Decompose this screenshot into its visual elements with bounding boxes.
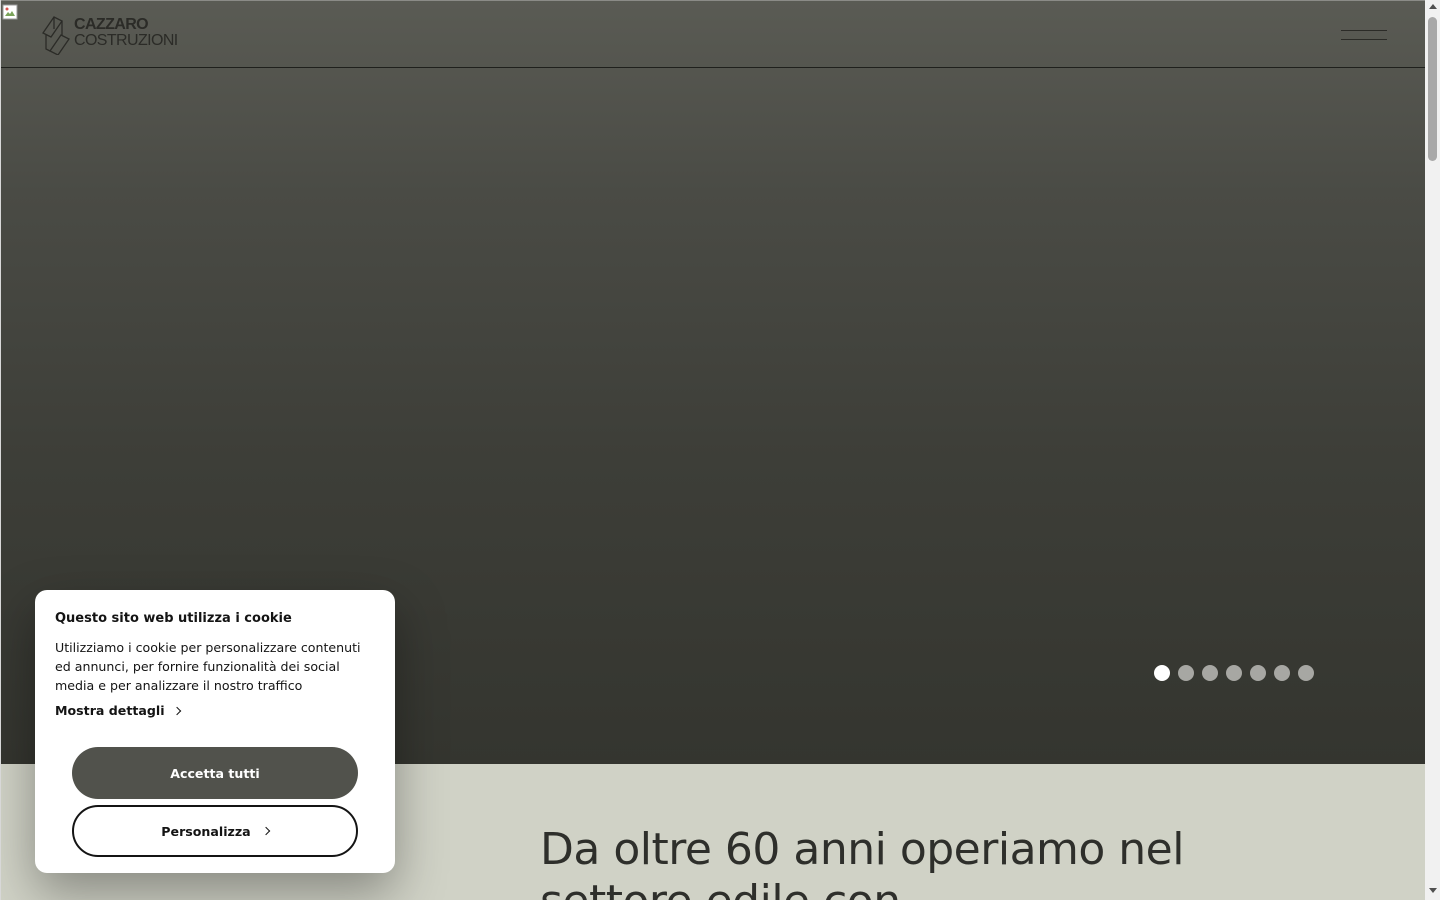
cookie-title: Questo sito web utilizza i cookie xyxy=(55,611,292,626)
site-logo[interactable]: CAZZARO COSTRUZIONI xyxy=(40,13,200,55)
slider-dot-6[interactable] xyxy=(1274,665,1290,681)
cookie-body: Utilizziamo i cookie per personalizzare … xyxy=(55,640,361,693)
scroll-down-icon[interactable] xyxy=(1429,888,1437,893)
logo-mark-icon xyxy=(42,16,70,55)
site-header: CAZZARO COSTRUZIONI xyxy=(1,1,1425,68)
cookie-banner: Questo sito web utilizza i cookie Utiliz… xyxy=(35,590,395,873)
slider-dot-4[interactable] xyxy=(1226,665,1242,681)
show-details-link[interactable]: Mostra dettagli xyxy=(55,703,181,718)
slider-dot-7[interactable] xyxy=(1298,665,1314,681)
logo-wordmark: CAZZARO COSTRUZIONI xyxy=(74,17,178,49)
hamburger-menu-icon[interactable] xyxy=(1341,27,1387,43)
accept-all-label: Accetta tutti xyxy=(170,765,260,781)
accept-all-button[interactable]: Accetta tutti xyxy=(72,747,358,799)
menu-line-bottom xyxy=(1341,39,1387,40)
slider-dot-1[interactable] xyxy=(1154,665,1170,681)
scrollbar-thumb[interactable] xyxy=(1428,17,1437,161)
slider-dot-5[interactable] xyxy=(1250,665,1266,681)
chevron-right-icon xyxy=(172,706,181,715)
slider-pagination xyxy=(1154,665,1314,681)
page: CAZZARO COSTRUZIONI Da oltre 60 anni ope… xyxy=(0,0,1425,900)
chevron-right-icon xyxy=(261,826,270,836)
logo-line-2: COSTRUZIONI xyxy=(74,32,178,49)
menu-line-top xyxy=(1341,30,1387,31)
slider-dot-2[interactable] xyxy=(1178,665,1194,681)
intro-heading: Da oltre 60 anni operiamo nel settore ed… xyxy=(540,824,1184,900)
logo-line-1: CAZZARO xyxy=(74,16,149,33)
vertical-scrollbar[interactable] xyxy=(1425,0,1440,900)
customize-label: Personalizza xyxy=(161,823,251,839)
customize-button[interactable]: Personalizza xyxy=(72,805,358,857)
scroll-up-icon[interactable] xyxy=(1429,4,1437,9)
slider-dot-3[interactable] xyxy=(1202,665,1218,681)
show-details-label: Mostra dettagli xyxy=(55,703,165,718)
